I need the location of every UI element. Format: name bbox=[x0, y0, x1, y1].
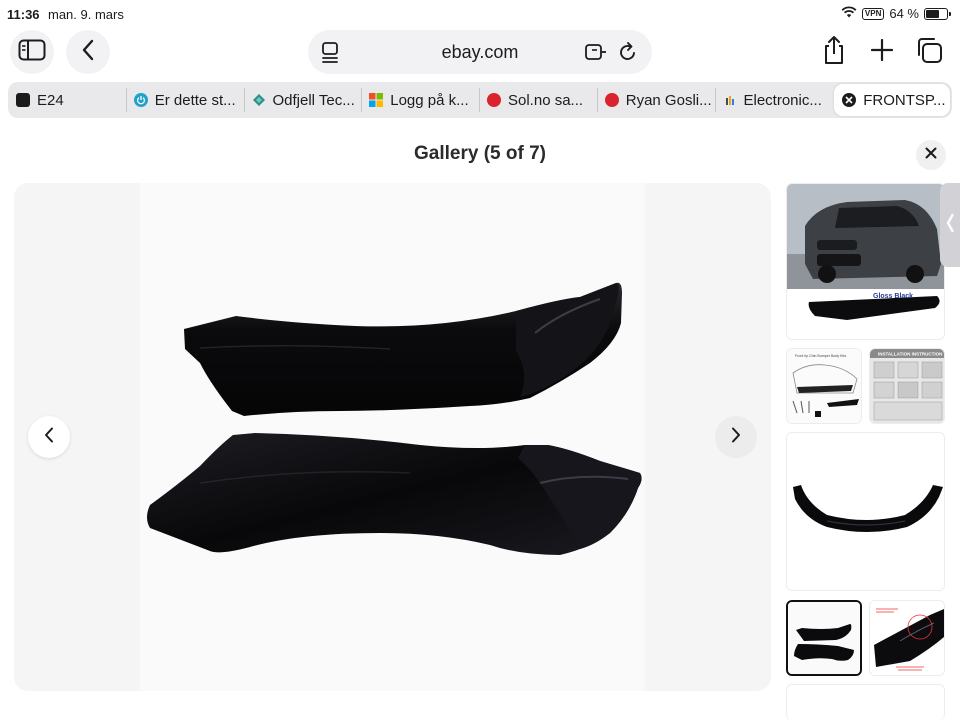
tab-2[interactable]: Er dette st... bbox=[125, 82, 244, 118]
thumbnail-5-selected[interactable] bbox=[786, 600, 862, 676]
gallery-title: Gallery (5 of 7) bbox=[414, 143, 546, 164]
tab-3[interactable]: Odfjell Tec... bbox=[243, 82, 362, 118]
sol-favicon-icon bbox=[487, 93, 501, 107]
sidebar-toggle-button[interactable] bbox=[10, 30, 54, 74]
close-gallery-button[interactable] bbox=[916, 140, 946, 170]
tab-label: Ryan Gosli... bbox=[625, 91, 712, 109]
tab-8[interactable]: FRONTSP... bbox=[834, 84, 950, 116]
tab-4[interactable]: Logg på k... bbox=[361, 82, 479, 118]
thumbnail-1-caption: Gloss Black bbox=[873, 293, 913, 300]
tab-label: E24 bbox=[37, 91, 64, 109]
share-button[interactable] bbox=[818, 35, 850, 70]
microsoft-favicon-icon bbox=[369, 93, 384, 107]
tab-label: Odfjell Tec... bbox=[272, 91, 355, 109]
battery-level bbox=[926, 9, 939, 18]
tab-label: Er dette st... bbox=[154, 91, 236, 109]
new-tab-button[interactable] bbox=[866, 36, 898, 68]
status-date: man. 9. mars bbox=[48, 7, 124, 22]
chevron-left-icon bbox=[44, 427, 54, 448]
side-panel-handle[interactable] bbox=[940, 183, 960, 267]
share-icon bbox=[822, 35, 846, 70]
reload-icon[interactable] bbox=[618, 41, 638, 68]
thumbnail-2-caption: Front lip Chin Bumper Body Kits bbox=[795, 354, 846, 358]
bars-favicon-icon bbox=[723, 93, 737, 107]
wifi-icon bbox=[841, 6, 857, 21]
tab-overview-button[interactable] bbox=[912, 36, 946, 68]
thumbnail-7[interactable] bbox=[786, 684, 945, 720]
plus-icon bbox=[870, 38, 894, 66]
close-circle-icon[interactable] bbox=[842, 93, 857, 107]
extension-icon[interactable] bbox=[584, 42, 608, 67]
status-bar: 11:36 man. 9. mars VPN 64 % bbox=[0, 0, 960, 28]
status-indicators: VPN 64 % bbox=[841, 6, 951, 21]
tabs-overview-icon bbox=[915, 36, 943, 69]
tab-5[interactable]: Sol.no sa... bbox=[479, 82, 597, 118]
chevron-right-icon bbox=[731, 427, 741, 448]
chevron-left-icon bbox=[81, 39, 95, 66]
tab-bar: E24 Er dette st... Odfjell Tec... Logg på k… bbox=[8, 82, 952, 118]
tab-1[interactable]: E24 bbox=[8, 82, 126, 118]
main-image-frame[interactable] bbox=[14, 183, 771, 691]
sol-favicon-icon bbox=[604, 93, 619, 107]
tab-7[interactable]: Electronic... bbox=[714, 82, 833, 118]
next-image-button[interactable] bbox=[715, 416, 757, 458]
tab-label: Electronic... bbox=[743, 91, 822, 109]
thumbnail-6[interactable] bbox=[869, 600, 945, 676]
battery-icon bbox=[924, 7, 951, 20]
thumbnail-1[interactable]: Gloss Black bbox=[786, 183, 945, 340]
power-favicon-icon bbox=[133, 93, 148, 107]
thumbnail-3-caption: INSTALLATION INSTRUCTION bbox=[878, 352, 942, 357]
close-icon bbox=[925, 146, 937, 164]
tab-label: FRONTSP... bbox=[863, 91, 946, 109]
previous-image-button[interactable] bbox=[28, 416, 70, 458]
address-bar[interactable]: ebay.com bbox=[308, 30, 652, 74]
e24-favicon-icon bbox=[16, 93, 30, 107]
vpn-badge: VPN bbox=[861, 7, 885, 20]
thumbnail-2[interactable]: Front lip Chin Bumper Body Kits bbox=[786, 348, 862, 424]
chevron-left-icon bbox=[946, 213, 954, 238]
odfjell-favicon-icon bbox=[252, 93, 266, 107]
tab-6[interactable]: Ryan Gosli... bbox=[596, 82, 715, 118]
tab-label: Logg på k... bbox=[390, 91, 469, 109]
status-time: 11:36 bbox=[7, 7, 40, 22]
back-button[interactable] bbox=[66, 30, 110, 74]
battery-text: 64 % bbox=[889, 6, 919, 21]
tab-label: Sol.no sa... bbox=[508, 91, 584, 109]
main-product-image bbox=[140, 183, 645, 691]
thumbnail-3[interactable]: INSTALLATION INSTRUCTION bbox=[869, 348, 945, 424]
sidebar-icon bbox=[18, 39, 46, 66]
thumbnail-4[interactable] bbox=[786, 432, 945, 591]
